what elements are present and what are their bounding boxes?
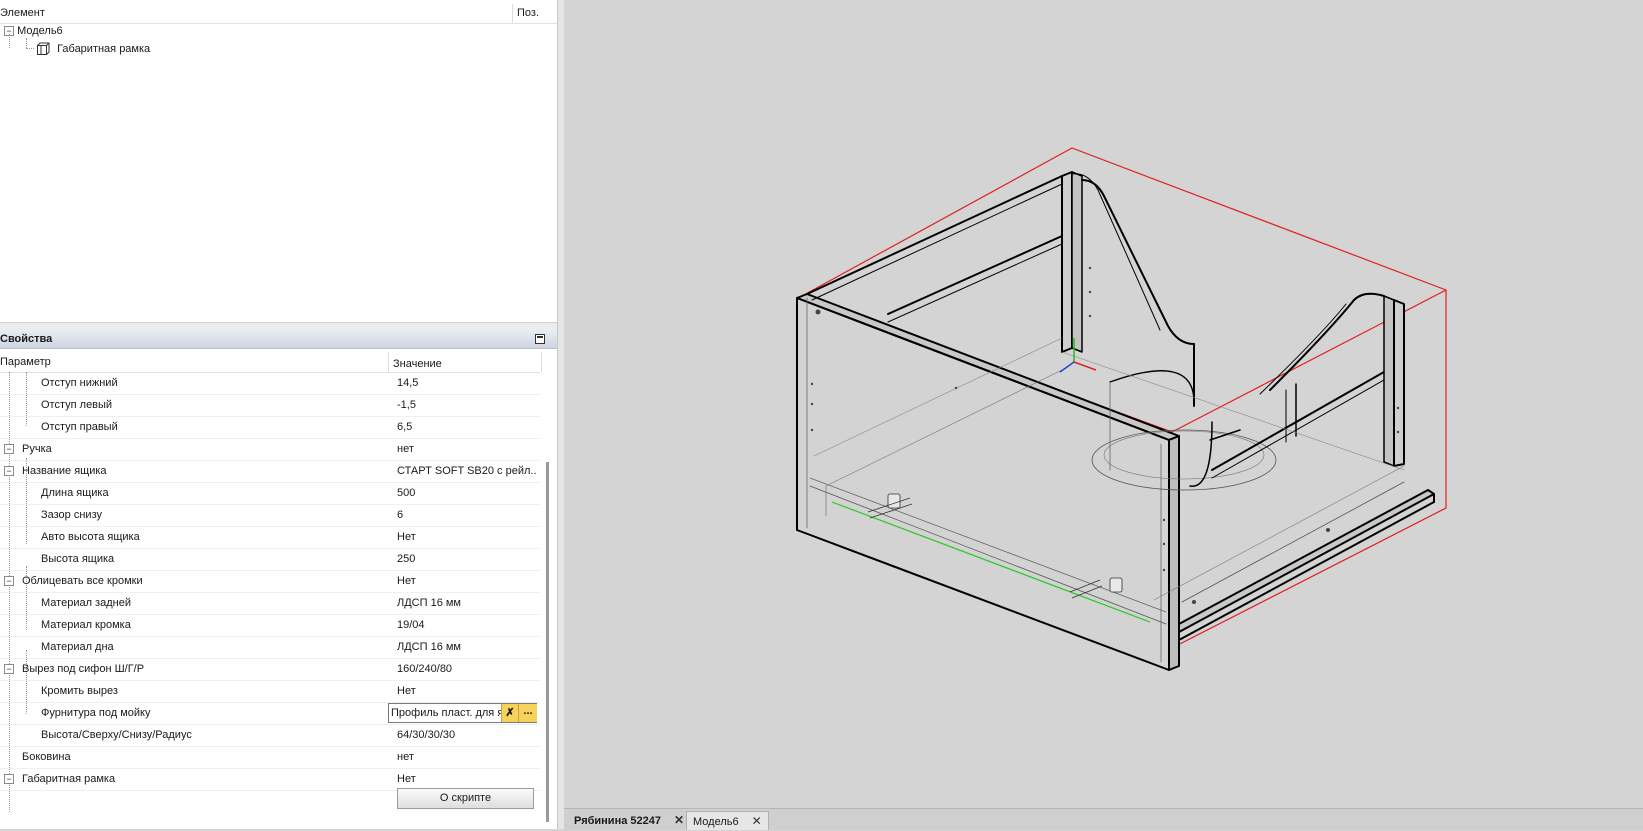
minimize-icon[interactable] — [535, 334, 545, 344]
property-name: Габаритная рамка — [22, 773, 116, 785]
property-name: Отступ нижний — [41, 377, 118, 389]
editor-value-input[interactable]: Профиль пласт. для я — [391, 704, 503, 722]
scrollbar-thumb[interactable] — [546, 462, 549, 822]
property-row[interactable]: Отступ левый -1,5 — [0, 394, 540, 417]
collapse-icon[interactable]: − — [4, 444, 14, 454]
tree-guide-line — [9, 34, 10, 48]
property-name: Высота/Сверху/Снизу/Радиус — [41, 729, 192, 741]
column-param[interactable]: Параметр — [0, 356, 51, 368]
property-name: Фурнитура под мойку — [41, 707, 151, 719]
collapse-icon[interactable]: − — [4, 664, 14, 674]
property-row-editing[interactable]: Фурнитура под мойку Профиль пласт. для я… — [0, 702, 540, 725]
property-row[interactable]: Материал задней ЛДСП 16 мм — [0, 592, 540, 615]
properties-title-bar: Свойства — [0, 330, 557, 349]
property-name: Боковина — [22, 751, 71, 763]
tree-guide-line — [26, 48, 34, 49]
property-value[interactable]: нет — [397, 438, 537, 460]
property-row[interactable]: Кромить вырез Нет — [0, 680, 540, 703]
property-row[interactable]: Материал дна ЛДСП 16 мм — [0, 636, 540, 659]
property-name: Кромить вырез — [41, 685, 118, 697]
close-icon[interactable]: ✕ — [752, 814, 762, 828]
property-value[interactable]: 14,5 — [397, 372, 537, 394]
property-row[interactable]: Отступ правый 6,5 — [0, 416, 540, 439]
property-row[interactable]: Высота/Сверху/Снизу/Радиус 64/30/30/30 — [0, 724, 540, 747]
property-name: Зазор снизу — [41, 509, 102, 521]
property-group-row[interactable]: − Вырез под сифон Ш/Г/Р 160/240/80 — [0, 658, 540, 681]
property-value-editor[interactable]: Профиль пласт. для я ✗ ... — [388, 703, 537, 723]
property-name: Материал кромка — [41, 619, 131, 631]
property-group-row[interactable]: − Название ящика СТАРТ SOFT SB20 с рейл.… — [0, 460, 540, 483]
collapse-icon[interactable]: − — [4, 576, 14, 586]
properties-header: Параметр Значение — [0, 352, 542, 373]
property-group-row[interactable]: − Ручка нет — [0, 438, 540, 461]
left-panel: Элемент Поз. − Модель6 Габаритная рамка … — [0, 0, 557, 829]
model-drawing — [796, 147, 1447, 671]
property-name: Название ящика — [22, 465, 107, 477]
close-icon[interactable]: ✕ — [674, 813, 684, 827]
property-value[interactable]: 160/240/80 — [397, 658, 537, 680]
property-name: Высота ящика — [41, 553, 115, 565]
tree-header: Элемент Поз. — [0, 4, 557, 24]
property-value[interactable]: 6 — [397, 504, 537, 526]
property-value[interactable]: 250 — [397, 548, 537, 570]
property-name: Вырез под сифон Ш/Г/Р — [22, 663, 145, 675]
property-value[interactable]: СТАРТ SOFT SB20 с рейл... — [397, 460, 537, 482]
property-name: Ручка — [22, 443, 52, 455]
property-name: Облицевать все кромки — [22, 575, 143, 587]
property-value[interactable]: 500 — [397, 482, 537, 504]
property-group-row[interactable]: − Облицевать все кромки Нет — [0, 570, 540, 593]
tree-guide-line — [26, 38, 27, 48]
tree-item-label: Габаритная рамка — [57, 43, 151, 55]
tree-item-model[interactable]: − Модель6 — [4, 22, 63, 40]
property-name: Материал дна — [41, 641, 114, 653]
property-value[interactable]: Нет — [397, 680, 537, 702]
property-name: Авто высота ящика — [41, 531, 140, 543]
column-value[interactable]: Значение — [388, 352, 542, 372]
properties-title: Свойства — [0, 333, 53, 345]
frame-object-icon — [37, 42, 50, 56]
tree-column-element[interactable]: Элемент — [0, 7, 45, 19]
property-name: Материал задней — [41, 597, 131, 609]
property-value[interactable]: ЛДСП 16 мм — [397, 592, 537, 614]
property-value[interactable]: нет — [397, 746, 537, 768]
property-value[interactable]: 19/04 — [397, 614, 537, 636]
property-value[interactable]: 64/30/30/30 — [397, 724, 537, 746]
properties-scrollbar[interactable] — [544, 372, 556, 829]
about-script-button[interactable]: О скрипте — [397, 788, 534, 809]
tree-column-pos[interactable]: Поз. — [512, 4, 539, 23]
property-value[interactable]: ЛДСП 16 мм — [397, 636, 537, 658]
property-value[interactable]: Нет — [397, 526, 537, 548]
property-row[interactable]: Боковина нет — [0, 746, 540, 769]
property-name: Отступ правый — [41, 421, 118, 433]
3d-viewport[interactable] — [564, 0, 1643, 808]
property-name: Отступ левый — [41, 399, 113, 411]
property-row[interactable]: Высота ящика 250 — [0, 548, 540, 571]
ellipsis-button[interactable]: ... — [518, 704, 537, 722]
tab-label: Рябинина 52247 — [574, 815, 661, 827]
tab-model6[interactable]: Модель6 ✕ — [686, 811, 769, 830]
property-row[interactable]: Авто высота ящика Нет — [0, 526, 540, 549]
clear-value-button[interactable]: ✗ — [501, 704, 518, 722]
tree-item-label: Модель6 — [17, 25, 63, 37]
property-row[interactable]: Материал кромка 19/04 — [0, 614, 540, 637]
property-row[interactable]: Отступ нижний 14,5 — [0, 372, 540, 395]
property-value[interactable]: Нет — [397, 768, 537, 790]
property-value[interactable]: -1,5 — [397, 394, 537, 416]
tab-label: Модель6 — [693, 816, 739, 828]
tree-item-bounding-frame[interactable]: Габаритная рамка — [36, 40, 150, 58]
collapse-icon[interactable]: − — [4, 774, 14, 784]
property-name: Длина ящика — [41, 487, 109, 499]
collapse-icon[interactable]: − — [4, 466, 14, 476]
property-row[interactable]: Зазор снизу 6 — [0, 504, 540, 527]
properties-panel: Свойства Параметр Значение Отступ нижний… — [0, 330, 557, 829]
model-tree-panel: Элемент Поз. − Модель6 Габаритная рамка — [0, 0, 557, 322]
tab-ryabinina[interactable]: Рябинина 52247 ✕ — [568, 811, 690, 829]
document-tabbar: Рябинина 52247 ✕ Модель6 ✕ — [564, 808, 1643, 830]
property-value[interactable]: 6,5 — [397, 416, 537, 438]
property-value[interactable]: Нет — [397, 570, 537, 592]
property-row[interactable]: Длина ящика 500 — [0, 482, 540, 505]
